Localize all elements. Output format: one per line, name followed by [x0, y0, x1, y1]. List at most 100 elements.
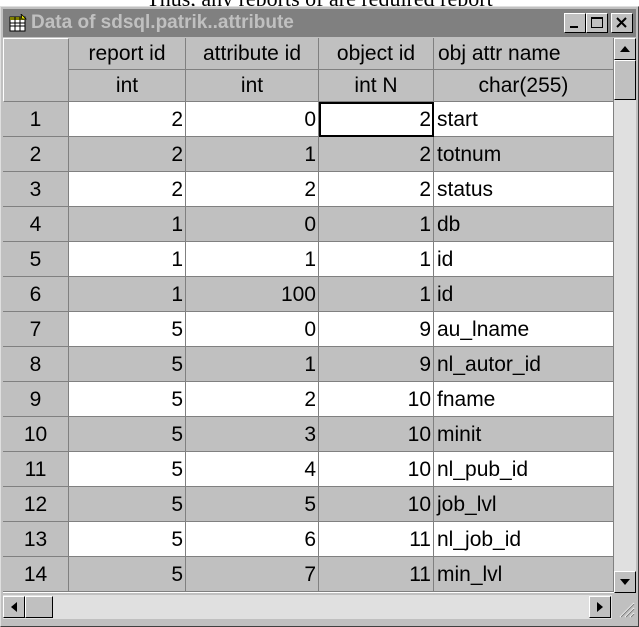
table-cell[interactable]: 2 — [186, 382, 319, 417]
table-cell[interactable]: 5 — [69, 312, 186, 347]
table-cell[interactable]: 5 — [69, 417, 186, 452]
column-header-object-id[interactable]: object id — [319, 38, 434, 70]
table-cell[interactable]: 5 — [69, 487, 186, 522]
arrow-right-icon — [597, 602, 603, 612]
row-number-header[interactable]: 8 — [3, 347, 69, 382]
horizontal-scrollbar[interactable] — [3, 595, 612, 619]
minimize-button[interactable] — [564, 13, 586, 33]
horizontal-scroll-thumb[interactable] — [25, 596, 53, 618]
scroll-left-button[interactable] — [3, 596, 25, 618]
table-cell[interactable]: 1 — [319, 277, 434, 312]
table-cell[interactable]: 7 — [186, 557, 319, 592]
maximize-button[interactable] — [586, 13, 608, 33]
table-cell[interactable]: 10 — [319, 487, 434, 522]
table-cell[interactable]: 1 — [69, 207, 186, 242]
arrow-left-icon — [11, 602, 17, 612]
table-cell[interactable]: 5 — [69, 452, 186, 487]
row-number-header[interactable]: 6 — [3, 277, 69, 312]
table-cell[interactable]: 4 — [186, 452, 319, 487]
grid-corner-header[interactable] — [3, 38, 69, 102]
column-header-obj-attr-name[interactable]: obj attr name — [434, 38, 614, 70]
row-number-header[interactable]: 3 — [3, 172, 69, 207]
table-cell[interactable]: 10 — [319, 452, 434, 487]
vertical-scroll-thumb[interactable] — [614, 60, 636, 100]
data-window[interactable]: Data of sdsql.patrik..attribute report i… — [0, 6, 639, 627]
title-bar[interactable]: Data of sdsql.patrik..attribute — [3, 9, 636, 37]
column-header-attribute-id[interactable]: attribute id — [186, 38, 319, 70]
vertical-scrollbar[interactable] — [614, 38, 636, 593]
table-cell[interactable]: 0 — [186, 207, 319, 242]
column-type-report-id: int — [69, 70, 186, 102]
column-header-report-id[interactable]: report id — [69, 38, 186, 70]
table-cell[interactable]: totnum — [434, 137, 614, 172]
table-cell[interactable]: 1 — [186, 137, 319, 172]
row-number-header[interactable]: 11 — [3, 452, 69, 487]
table-cell[interactable]: 9 — [319, 312, 434, 347]
table-cell[interactable]: fname — [434, 382, 614, 417]
table-cell[interactable]: 10 — [319, 417, 434, 452]
table-cell[interactable]: 11 — [319, 522, 434, 557]
table-cell[interactable]: start — [434, 102, 614, 137]
arrow-up-icon — [620, 46, 630, 52]
table-cell[interactable]: db — [434, 207, 614, 242]
table-cell[interactable]: nl_job_id — [434, 522, 614, 557]
table-cell[interactable]: id — [434, 277, 614, 312]
table-cell[interactable]: 1 — [186, 347, 319, 382]
table-cell[interactable]: nl_pub_id — [434, 452, 614, 487]
table-cell[interactable]: 5 — [69, 557, 186, 592]
row-number-header[interactable]: 4 — [3, 207, 69, 242]
column-type-obj-attr-name: char(255) — [434, 70, 614, 102]
table-data-icon — [9, 12, 27, 32]
scroll-right-button[interactable] — [589, 596, 611, 618]
window-title: Data of sdsql.patrik..attribute — [31, 12, 294, 33]
table-cell[interactable]: id — [434, 242, 614, 277]
scroll-down-button[interactable] — [614, 571, 636, 593]
table-cell[interactable]: 2 — [69, 137, 186, 172]
table-cell[interactable]: job_lvl — [434, 487, 614, 522]
table-cell[interactable]: 5 — [186, 487, 319, 522]
table-cell[interactable]: 1 — [319, 242, 434, 277]
table-cell[interactable]: 2 — [69, 102, 186, 137]
table-cell[interactable]: 6 — [186, 522, 319, 557]
table-cell[interactable]: 1 — [69, 277, 186, 312]
row-number-header[interactable]: 9 — [3, 382, 69, 417]
table-cell[interactable]: 11 — [319, 557, 434, 592]
arrow-down-icon — [620, 579, 630, 585]
row-number-header[interactable]: 1 — [3, 102, 69, 137]
table-cell[interactable]: 5 — [69, 382, 186, 417]
table-cell[interactable]: nl_autor_id — [434, 347, 614, 382]
resize-grip-icon[interactable] — [612, 595, 636, 619]
table-cell[interactable]: 2 — [319, 102, 434, 137]
table-cell[interactable]: 100 — [186, 277, 319, 312]
row-number-header[interactable]: 5 — [3, 242, 69, 277]
table-cell[interactable]: status — [434, 172, 614, 207]
row-number-header[interactable]: 7 — [3, 312, 69, 347]
row-number-header[interactable]: 12 — [3, 487, 69, 522]
table-cell[interactable]: 3 — [186, 417, 319, 452]
table-cell[interactable]: minit — [434, 417, 614, 452]
table-cell[interactable]: 2 — [186, 172, 319, 207]
table-cell[interactable]: 1 — [186, 242, 319, 277]
data-grid[interactable]: report id attribute id object id obj att… — [3, 38, 636, 593]
table-cell[interactable]: min_lvl — [434, 557, 614, 592]
table-cell[interactable]: au_lname — [434, 312, 614, 347]
row-number-header[interactable]: 14 — [3, 557, 69, 592]
table-cell[interactable]: 9 — [319, 347, 434, 382]
row-number-header[interactable]: 13 — [3, 522, 69, 557]
close-button[interactable] — [611, 13, 633, 33]
row-number-header[interactable]: 2 — [3, 137, 69, 172]
column-type-object-id: int N — [319, 70, 434, 102]
column-type-attribute-id: int — [186, 70, 319, 102]
table-cell[interactable]: 0 — [186, 102, 319, 137]
row-number-header[interactable]: 10 — [3, 417, 69, 452]
table-cell[interactable]: 2 — [319, 172, 434, 207]
table-cell[interactable]: 10 — [319, 382, 434, 417]
table-cell[interactable]: 5 — [69, 347, 186, 382]
table-cell[interactable]: 1 — [69, 242, 186, 277]
table-cell[interactable]: 0 — [186, 312, 319, 347]
table-cell[interactable]: 1 — [319, 207, 434, 242]
table-cell[interactable]: 2 — [69, 172, 186, 207]
scroll-up-button[interactable] — [614, 38, 636, 60]
table-cell[interactable]: 2 — [319, 137, 434, 172]
table-cell[interactable]: 5 — [69, 522, 186, 557]
